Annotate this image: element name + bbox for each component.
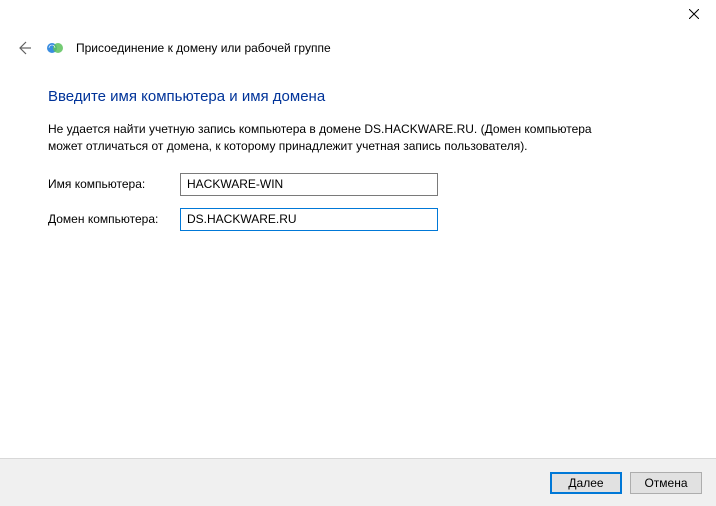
cancel-button[interactable]: Отмена xyxy=(630,472,702,494)
titlebar xyxy=(0,0,716,32)
computer-domain-input[interactable] xyxy=(180,208,438,231)
computer-domain-row: Домен компьютера: xyxy=(48,208,676,231)
computer-name-label: Имя компьютера: xyxy=(48,177,180,191)
domain-icon xyxy=(46,39,64,57)
page-description: Не удается найти учетную запись компьюте… xyxy=(48,121,608,155)
next-button[interactable]: Далее xyxy=(550,472,622,494)
page-heading: Введите имя компьютера и имя домена xyxy=(48,88,676,105)
computer-name-row: Имя компьютера: xyxy=(48,173,676,196)
wizard-title: Присоединение к домену или рабочей групп… xyxy=(76,41,331,55)
wizard-header: Присоединение к домену или рабочей групп… xyxy=(0,32,716,64)
computer-domain-label: Домен компьютера: xyxy=(48,212,180,226)
close-button[interactable] xyxy=(671,0,716,28)
arrow-left-icon xyxy=(16,40,32,56)
footer-bar: Далее Отмена xyxy=(0,458,716,506)
close-icon xyxy=(689,9,699,19)
computer-name-input[interactable] xyxy=(180,173,438,196)
content-area: Введите имя компьютера и имя домена Не у… xyxy=(0,64,716,231)
back-button[interactable] xyxy=(14,38,34,58)
